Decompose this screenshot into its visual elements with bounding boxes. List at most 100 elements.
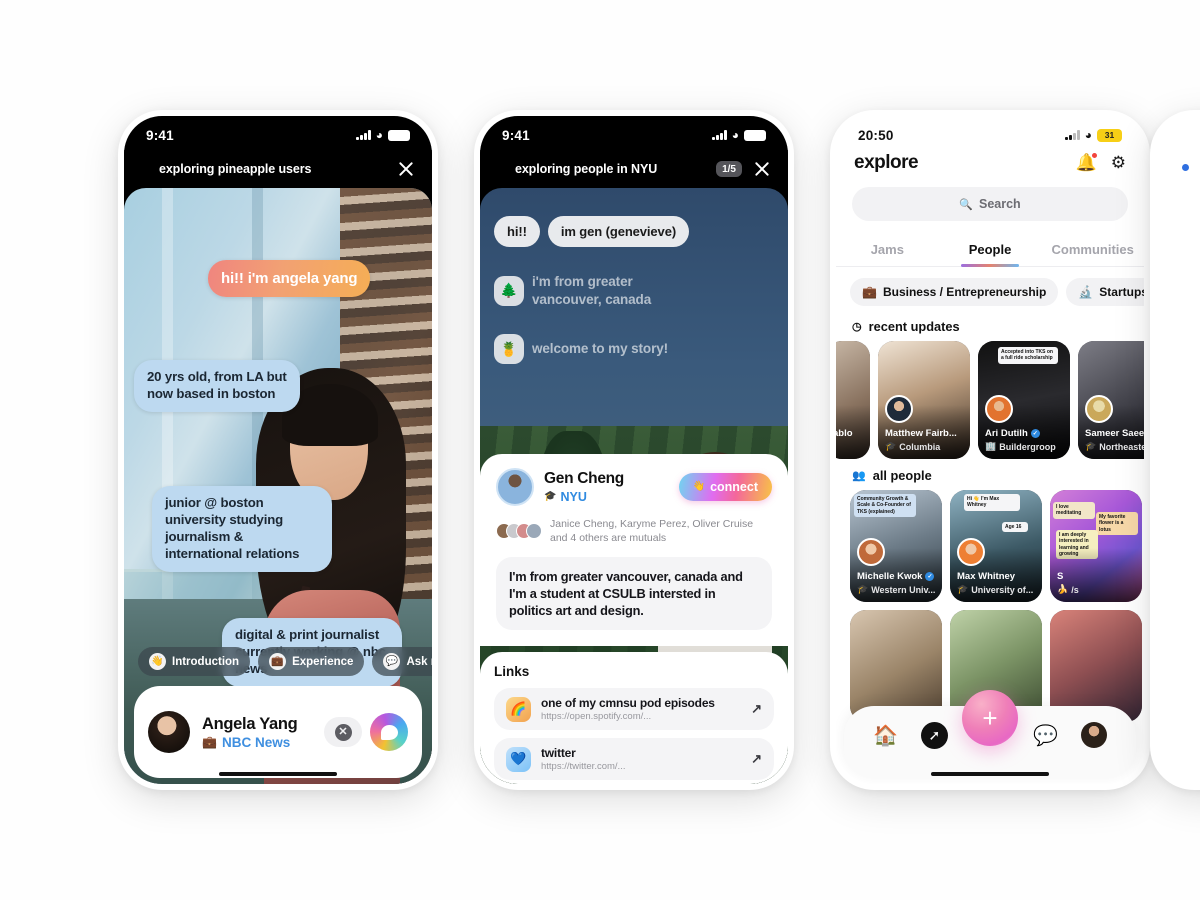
card-note: Accepted into TKS on a full ride scholar… <box>998 347 1058 364</box>
person-card-max[interactable]: Hi 👋 I'm Max Whitney Age 16 Max Whitney … <box>950 490 1042 602</box>
binoculars-icon: 🕶 <box>138 162 152 175</box>
avatar <box>957 538 985 566</box>
home-indicator <box>219 772 337 776</box>
phone-2-screen: 9:41 ◕ 🕶 exploring people in NYU 1/5 hi!… <box>480 116 788 784</box>
filter-chip-business[interactable]: 💼 Business / Entrepreneurship <box>850 278 1059 306</box>
status-indicators: ◕ <box>356 128 410 142</box>
home-indicator <box>931 772 1049 776</box>
screenshot-canvas: 9:41 ◕ 🕶 exploring pineapple users hi!! … <box>0 0 1200 900</box>
home-icon[interactable]: 🏠 <box>873 723 898 748</box>
link-url: https://open.spotify.com/... <box>541 711 652 722</box>
mutuals-text: Janice Cheng, Karyme Perez, Oliver Cruis… <box>550 517 754 544</box>
connect-button[interactable]: 👋 connect <box>678 472 772 501</box>
card-note-age: Age 16 <box>1002 522 1028 533</box>
tab-people[interactable]: People <box>939 234 1042 267</box>
person-card-sameer[interactable]: Sameer Saeed 🎓 Northeastern <box>1078 341 1144 459</box>
graduation-cap-icon: 🎓 <box>544 491 557 503</box>
bell-icon[interactable]: 🔔 <box>1076 152 1098 173</box>
profile-card: Gen Cheng 🎓 NYU 👋 connect Janice Cheng, … <box>480 453 788 646</box>
avatar[interactable] <box>148 711 190 753</box>
profile-name: Angela Yang <box>202 714 298 733</box>
microscope-emoji-icon: 🔬 <box>1078 285 1094 299</box>
briefcase-emoji-icon: 💼 <box>269 653 287 670</box>
recent-updates-row[interactable]: ablo Matthew Fairb... 🎓 Columbia Accep <box>836 341 1144 459</box>
cellular-signal-icon <box>356 130 371 140</box>
person-card-name: Sameer Saeed <box>1085 428 1144 439</box>
story-bubble-education: junior @ boston university studying jour… <box>152 486 332 572</box>
search-icon: 🔍 <box>959 198 973 211</box>
person-card-michelle[interactable]: Community Growth & Scale & Co-Founder of… <box>850 490 942 602</box>
all-people-row-1[interactable]: Community Growth & Scale & Co-Founder of… <box>836 490 1144 602</box>
create-plus-button[interactable]: + <box>962 690 1018 746</box>
person-card-school: 🎓 Northeastern <box>1085 441 1144 452</box>
link-url: https://twitter.com/... <box>541 761 626 772</box>
gear-icon[interactable]: ⚙ <box>1111 153 1126 173</box>
rainbow-emoji-icon: 🌈 <box>506 696 531 722</box>
story-header: 🕶 exploring people in NYU 1/5 <box>480 150 788 188</box>
card-note: Community Growth & Scale & Co-Founder of… <box>854 494 916 517</box>
person-card-matthew[interactable]: Matthew Fairb... 🎓 Columbia <box>878 341 970 459</box>
status-time: 9:41 <box>146 127 174 143</box>
person-card-name: ablo <box>836 428 853 439</box>
message-button[interactable] <box>370 713 408 751</box>
filter-chip-startups[interactable]: 🔬 Startups <box>1066 278 1144 306</box>
tree-emoji-icon: 🌲 <box>494 275 524 306</box>
person-card-s[interactable]: I love meditating My favorite flower is … <box>1050 490 1142 602</box>
building-icon: 🏢 <box>985 441 997 451</box>
story-canvas[interactable]: hi!! i'm angela yang 20 yrs old, from LA… <box>124 188 432 784</box>
profile-bio: I'm from greater vancouver, canada and I… <box>496 556 772 630</box>
search-placeholder: Search <box>979 197 1021 211</box>
dismiss-button[interactable]: ✕ <box>324 717 362 747</box>
story-header-title: exploring pineapple users <box>158 162 312 176</box>
phone-1-screen: 9:41 ◕ 🕶 exploring pineapple users hi!! … <box>124 116 432 784</box>
story-header: 🕶 exploring pineapple users <box>124 150 432 188</box>
close-icon[interactable] <box>396 159 416 179</box>
person-card[interactable]: ablo <box>836 341 870 459</box>
close-icon[interactable] <box>752 159 772 179</box>
person-card-name-label: Michelle Kwok <box>857 571 923 582</box>
wave-emoji-icon: 👋 <box>149 653 166 670</box>
phone-4-screen <box>1156 116 1200 784</box>
story-header-title: exploring people in NYU <box>514 162 658 176</box>
briefcase-icon: 💼 <box>202 735 217 749</box>
link-item-spotify[interactable]: 🌈 one of my cmnsu pod episodes https://o… <box>494 688 774 730</box>
chip-ask-me-about[interactable]: 💬 Ask me about <box>372 647 432 676</box>
section-header-all-people: 👥 all people <box>836 459 1144 490</box>
links-section: Links 🌈 one of my cmnsu pod episodes htt… <box>480 652 788 784</box>
tab-jams[interactable]: Jams <box>836 234 939 266</box>
link-item-twitter[interactable]: 💙 twitter https://twitter.com/... ↗ <box>494 738 774 780</box>
avatar[interactable] <box>496 467 534 506</box>
tab-communities[interactable]: Communities <box>1041 234 1144 266</box>
wifi-icon: ◕ <box>375 128 383 142</box>
search-input[interactable]: 🔍 Search <box>852 187 1128 221</box>
chat-icon[interactable]: 💬 <box>1033 723 1058 748</box>
status-bar: 20:50 ◕ 31 <box>836 116 1144 150</box>
story-canvas[interactable]: hi!! im gen (genevieve) 🌲 i'm from great… <box>480 188 788 784</box>
link-title: twitter <box>541 746 576 760</box>
profile-avatar[interactable] <box>1080 722 1107 748</box>
profile-school: 🎓 NYU <box>544 490 624 504</box>
cellular-signal-icon <box>712 130 727 140</box>
graduation-cap-icon: 🎓 <box>957 584 969 594</box>
link-title: one of my cmnsu pod episodes <box>541 696 715 710</box>
notification-dot <box>1090 152 1098 159</box>
briefcase-emoji-icon: 💼 <box>862 285 877 299</box>
person-card-school: 🎓 University of... <box>957 584 1037 595</box>
section-header-recent-updates: ◷ recent updates <box>836 310 1144 341</box>
verified-badge-icon: ✓ <box>925 572 935 581</box>
people-icon: 👥 <box>852 470 866 482</box>
profile-name: Gen Cheng <box>544 469 624 487</box>
story-ghost-location: i'm from greater vancouver, canada <box>532 274 652 307</box>
status-time: 20:50 <box>858 127 894 143</box>
person-card-ari[interactable]: Accepted into TKS on a full ride scholar… <box>978 341 1070 459</box>
battery-icon <box>388 129 410 141</box>
chip-experience[interactable]: 💼 Experience <box>258 647 365 676</box>
compass-icon[interactable]: ➚ <box>920 721 948 749</box>
phone-3-screen: 20:50 ◕ 31 explore 🔔 ⚙ 🔍 Search Jams Peo… <box>836 116 1144 784</box>
chip-introduction[interactable]: 👋 Introduction <box>138 647 251 676</box>
person-card-school-label: Western Univ... <box>871 584 936 595</box>
chip-ask-me-about-label: Ask me about <box>406 655 432 668</box>
mutuals-row[interactable]: Janice Cheng, Karyme Perez, Oliver Cruis… <box>496 517 772 545</box>
card-note-2: My favorite flower is a lotus <box>1096 512 1138 535</box>
phone-1-story-angela: 9:41 ◕ 🕶 exploring pineapple users hi!! … <box>118 110 438 790</box>
